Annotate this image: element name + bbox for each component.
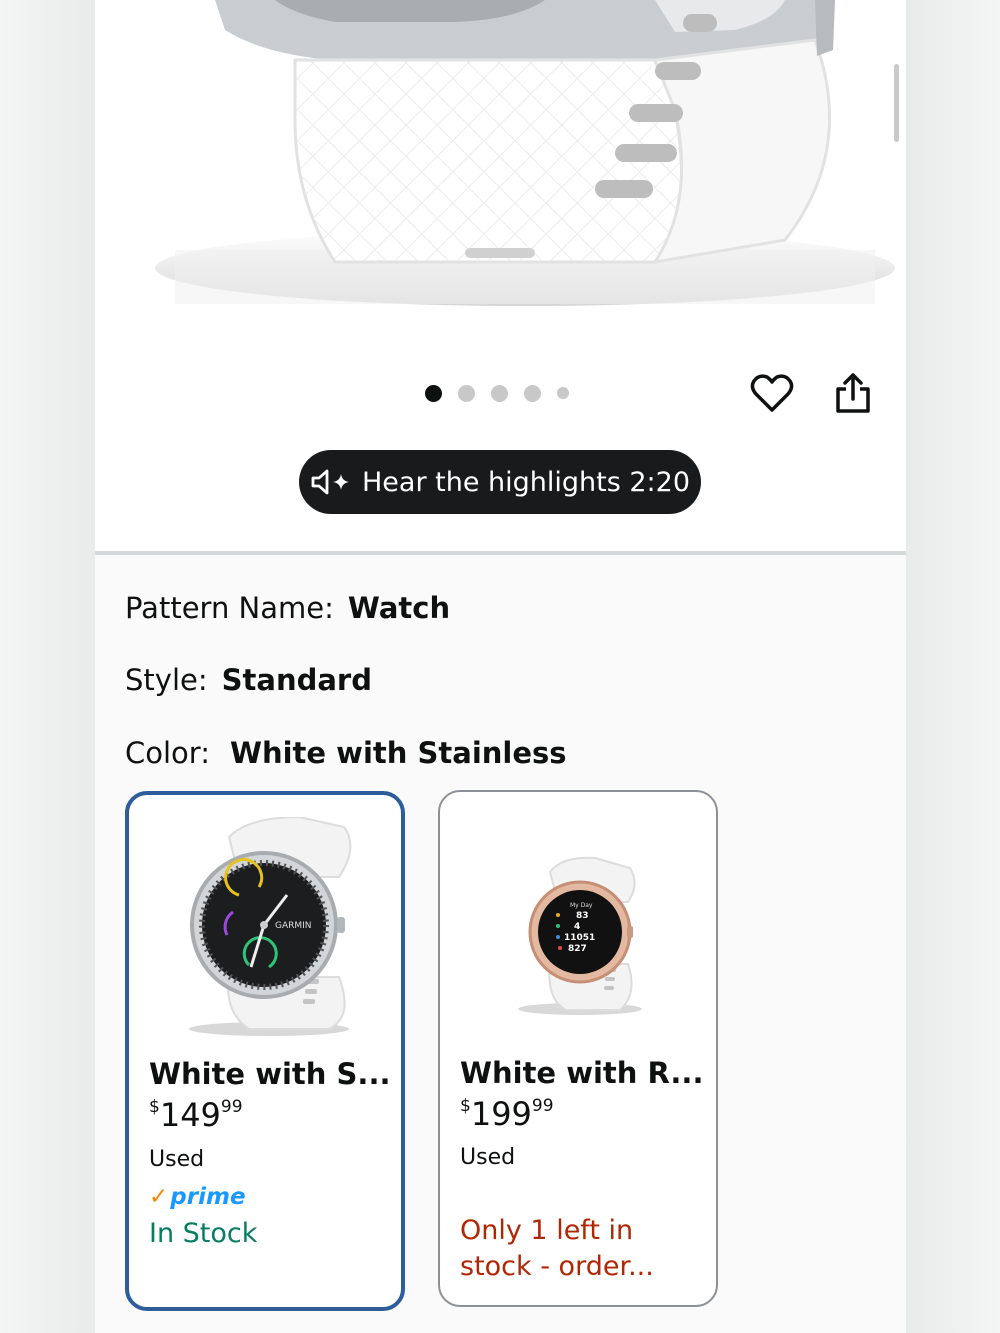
product-page: Hear the highlights 2:20 Pattern Name: Wa… xyxy=(95,0,906,1333)
style-label: Style: xyxy=(125,663,208,697)
share-icon xyxy=(836,373,870,413)
watch-thumbnail-image: My Day 83 4 11051 827 xyxy=(518,856,642,1015)
prime-badge: ✓prime xyxy=(149,1184,246,1210)
page-dot[interactable] xyxy=(458,384,475,402)
watch-face-header: My Day xyxy=(570,902,593,909)
watch-face-line: 827 xyxy=(568,944,587,954)
favorite-button[interactable] xyxy=(750,371,794,415)
style-row: Style: Standard xyxy=(125,663,372,697)
price-currency: $ xyxy=(149,1097,160,1117)
variant-price: $14999 xyxy=(149,1096,243,1134)
price-fraction: 99 xyxy=(531,1096,554,1116)
price-fraction: 99 xyxy=(220,1097,243,1117)
share-button[interactable] xyxy=(833,371,873,415)
stock-status: In Stock xyxy=(149,1218,258,1249)
watch-face-line: 4 xyxy=(574,922,580,932)
page-dot-active[interactable] xyxy=(425,384,442,402)
watch-thumbnail-image: GARMIN xyxy=(189,817,352,1036)
price-whole: 199 xyxy=(470,1095,532,1133)
image-scrollbar xyxy=(894,64,899,142)
style-value: Standard xyxy=(221,663,372,697)
page-dot[interactable] xyxy=(491,384,508,402)
pattern-name-row: Pattern Name: Watch xyxy=(125,591,450,625)
prime-label: prime xyxy=(170,1184,246,1210)
color-label: Color: xyxy=(125,736,210,770)
variant-title: White with S... xyxy=(149,1057,391,1091)
page-dot[interactable] xyxy=(557,387,569,399)
watch-brand-text: GARMIN xyxy=(275,921,312,931)
page-dot[interactable] xyxy=(524,384,541,402)
watch-face-line: 11051 xyxy=(564,933,595,943)
color-value: White with Stainless xyxy=(229,736,567,770)
background-right xyxy=(905,0,1000,1333)
speaker-sparkle-icon xyxy=(311,469,349,495)
variant-condition: Used xyxy=(149,1147,205,1172)
stock-status: Only 1 left in stock - order... xyxy=(460,1215,654,1282)
variant-condition: Used xyxy=(460,1145,516,1170)
color-option-white-stainless[interactable]: GARMIN White with S... $14999 Used ✓prim… xyxy=(125,791,405,1311)
pattern-name-label: Pattern Name: xyxy=(125,591,334,625)
background-left xyxy=(0,0,95,1333)
variant-title: White with R... xyxy=(460,1056,704,1090)
color-option-white-rose-gold[interactable]: My Day 83 4 11051 827 White with R... $1… xyxy=(438,790,718,1307)
color-row: Color: White with Stainless xyxy=(125,736,567,770)
hear-highlights-label: Hear the highlights 2:20 xyxy=(361,466,691,498)
pattern-name-value: Watch xyxy=(347,591,451,625)
prime-check-icon: ✓ xyxy=(149,1184,169,1210)
watch-face-line: 83 xyxy=(576,911,589,921)
hear-highlights-button[interactable]: Hear the highlights 2:20 xyxy=(299,450,701,514)
variant-price: $19999 xyxy=(460,1095,554,1133)
heart-icon xyxy=(750,374,794,412)
gallery-pagination[interactable] xyxy=(425,384,569,402)
price-currency: $ xyxy=(460,1096,471,1116)
price-whole: 149 xyxy=(159,1096,221,1134)
